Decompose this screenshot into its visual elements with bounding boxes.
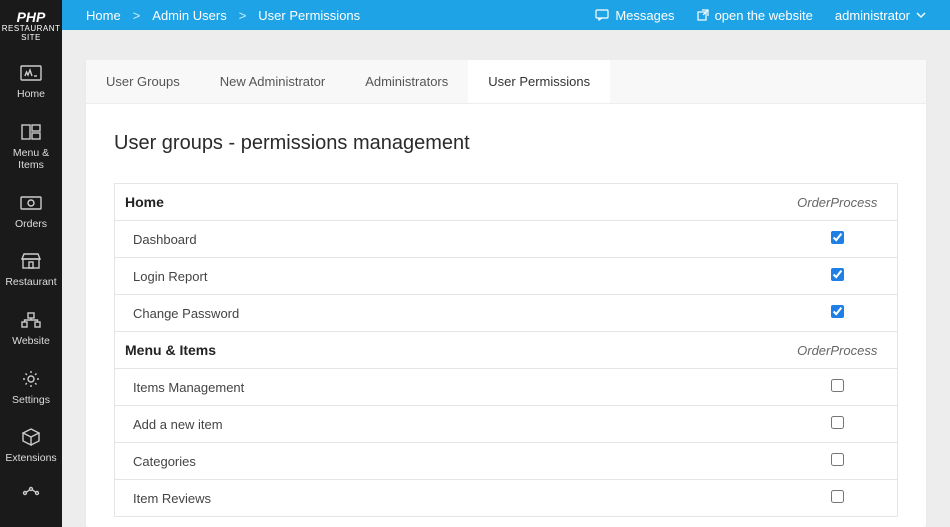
perm-row-label: Change Password — [115, 295, 778, 332]
nav-menu-items[interactable]: Menu & Items — [0, 112, 62, 183]
perm-group-header: OrderProcess — [778, 184, 898, 221]
user-menu[interactable]: administrator — [835, 8, 926, 23]
nav-label: Menu & Items — [3, 147, 59, 172]
perm-checkbox[interactable] — [831, 268, 844, 281]
perm-row-label: Dashboard — [115, 221, 778, 258]
tab-new-administrator[interactable]: New Administrator — [200, 60, 345, 103]
messages-link[interactable]: Messages — [595, 8, 674, 23]
brand: PHP RESTAURANT SITE — [0, 0, 62, 53]
nav-label: Orders — [3, 218, 59, 231]
perm-section-header: Menu & ItemsOrderProcess — [115, 332, 898, 369]
nav-more[interactable] — [0, 476, 62, 517]
perm-section-title: Menu & Items — [115, 332, 778, 369]
nav-home[interactable]: Home — [0, 53, 62, 112]
brand-top: PHP — [2, 10, 61, 25]
breadcrumb-admin-users[interactable]: Admin Users — [152, 8, 226, 23]
user-label: administrator — [835, 8, 910, 23]
graph-icon — [3, 480, 59, 502]
nav-label: Home — [3, 88, 59, 101]
card-body: User groups - permissions management Hom… — [86, 104, 926, 527]
permissions-table: HomeOrderProcessDashboardLogin ReportCha… — [114, 183, 898, 517]
breadcrumb-sep: > — [239, 8, 247, 23]
perm-row: Items Management — [115, 369, 898, 406]
messages-label: Messages — [615, 8, 674, 23]
nav-restaurant[interactable]: Restaurant — [0, 241, 62, 300]
dashboard-icon — [3, 62, 59, 84]
perm-checkbox[interactable] — [831, 231, 844, 244]
chevron-down-icon — [916, 12, 926, 18]
nav-website[interactable]: Website — [0, 300, 62, 359]
tabs: User Groups New Administrator Administra… — [86, 60, 926, 104]
nav-label: Settings — [3, 394, 59, 407]
perm-checkbox[interactable] — [831, 305, 844, 318]
perm-row: Dashboard — [115, 221, 898, 258]
gear-icon — [3, 368, 59, 390]
tab-user-groups[interactable]: User Groups — [86, 60, 200, 103]
panels-icon — [3, 121, 59, 143]
perm-row-label: Categories — [115, 443, 778, 480]
topbar: Home > Admin Users > User Permissions Me… — [62, 0, 950, 30]
perm-checkbox[interactable] — [831, 416, 844, 429]
perm-section-title: Home — [115, 184, 778, 221]
perm-checkbox[interactable] — [831, 490, 844, 503]
nav-orders[interactable]: Orders — [0, 183, 62, 242]
cube-icon — [3, 426, 59, 448]
perm-row: Item Reviews — [115, 480, 898, 517]
perm-checkbox[interactable] — [831, 379, 844, 392]
perm-checkbox[interactable] — [831, 453, 844, 466]
perm-section-header: HomeOrderProcess — [115, 184, 898, 221]
main: Home > Admin Users > User Permissions Me… — [62, 0, 950, 527]
tab-user-permissions[interactable]: User Permissions — [468, 60, 610, 103]
nav-label: Restaurant — [3, 276, 59, 289]
brand-bottom: RESTAURANT SITE — [2, 25, 61, 43]
page-title: User groups - permissions management — [114, 132, 898, 155]
sidebar: PHP RESTAURANT SITE Home Menu & Items — [0, 0, 62, 527]
breadcrumb-sep: > — [133, 8, 141, 23]
nav-extensions[interactable]: Extensions — [0, 417, 62, 476]
perm-row-label: Login Report — [115, 258, 778, 295]
card: User Groups New Administrator Administra… — [86, 60, 926, 527]
topbar-right: Messages open the website administrator — [595, 8, 926, 23]
sitemap-icon — [3, 309, 59, 331]
perm-row-label: Items Management — [115, 369, 778, 406]
perm-row-label: Item Reviews — [115, 480, 778, 517]
perm-group-header: OrderProcess — [778, 332, 898, 369]
money-icon — [3, 192, 59, 214]
store-icon — [3, 250, 59, 272]
breadcrumb-home[interactable]: Home — [86, 8, 121, 23]
perm-row: Categories — [115, 443, 898, 480]
open-website-label: open the website — [715, 8, 813, 23]
breadcrumb-user-permissions[interactable]: User Permissions — [258, 8, 360, 23]
open-website-link[interactable]: open the website — [697, 8, 813, 23]
content: User Groups New Administrator Administra… — [62, 30, 950, 527]
nav: Home Menu & Items Orders Restaurant — [0, 53, 62, 517]
external-icon — [697, 9, 709, 21]
nav-label: Extensions — [3, 452, 59, 465]
perm-row: Login Report — [115, 258, 898, 295]
nav-settings[interactable]: Settings — [0, 359, 62, 418]
tab-administrators[interactable]: Administrators — [345, 60, 468, 103]
nav-label: Website — [3, 335, 59, 348]
perm-row: Add a new item — [115, 406, 898, 443]
perm-row: Change Password — [115, 295, 898, 332]
chat-icon — [595, 9, 609, 21]
breadcrumb: Home > Admin Users > User Permissions — [86, 8, 360, 23]
perm-row-label: Add a new item — [115, 406, 778, 443]
